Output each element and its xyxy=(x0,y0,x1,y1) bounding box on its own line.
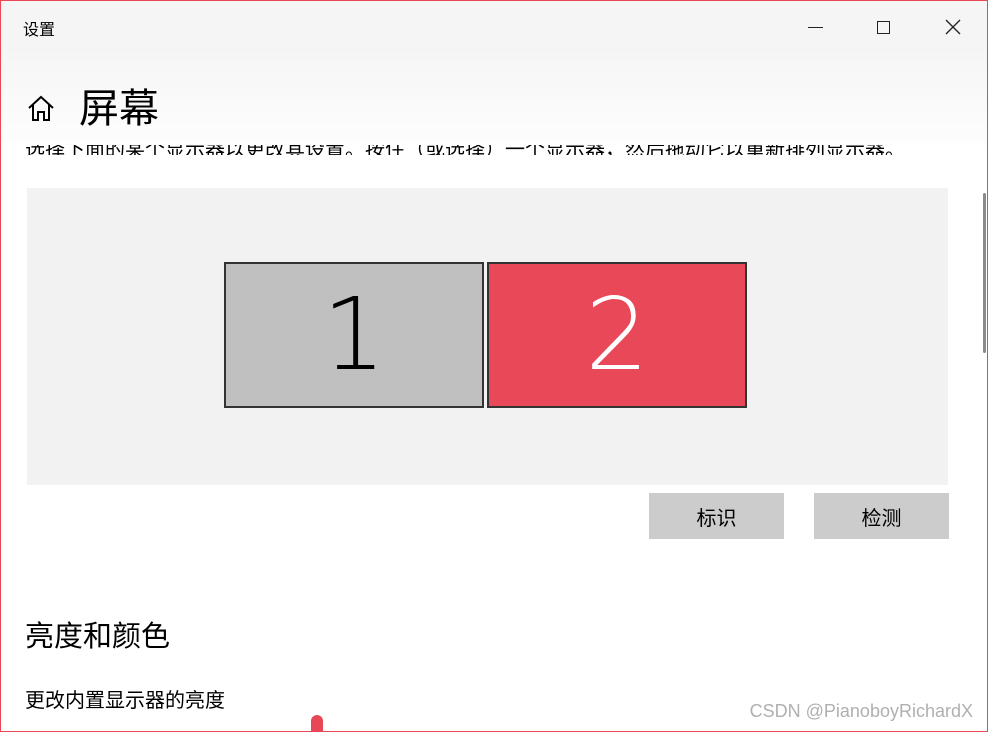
app-title: 设置 xyxy=(23,20,56,39)
watermark: CSDN @PianoboyRichardX xyxy=(749,701,973,721)
close-icon xyxy=(945,19,961,35)
page-title: 屏幕 xyxy=(79,86,159,132)
maximize-button[interactable] xyxy=(849,1,917,53)
arrangement-description: 选择下面的某个显示器以更改其设置。按住（或选择）一个显示器，然后拖动它以重新排列… xyxy=(25,145,905,155)
monitor-1-label: 1 xyxy=(322,276,386,393)
minimize-icon xyxy=(807,26,823,28)
identify-button[interactable]: 标识 xyxy=(649,493,784,539)
monitor-1[interactable]: 1 xyxy=(224,262,484,408)
monitor-2[interactable]: 2 xyxy=(487,262,747,408)
settings-window: 设置 选择下面的某个显示器以更改其设置。按住（或选择）一个显示器，然后拖动它以重… xyxy=(0,0,988,732)
title-bar[interactable]: 设置 xyxy=(1,1,987,53)
display-arrangement-area[interactable]: 1 2 xyxy=(27,188,948,485)
page-header: 屏幕 xyxy=(1,53,987,145)
maximize-icon xyxy=(876,20,890,34)
minimize-button[interactable] xyxy=(781,1,849,53)
home-icon[interactable] xyxy=(25,93,57,125)
brightness-label: 更改内置显示器的亮度 xyxy=(25,688,225,712)
brightness-slider-thumb[interactable] xyxy=(311,715,323,731)
description-clip: 选择下面的某个显示器以更改其设置。按住（或选择）一个显示器，然后拖动它以重新排列… xyxy=(1,145,987,155)
monitor-2-label: 2 xyxy=(585,276,649,393)
scrollbar[interactable] xyxy=(983,193,986,353)
close-button[interactable] xyxy=(919,1,987,53)
detect-button[interactable]: 检测 xyxy=(814,493,949,539)
brightness-section-title: 亮度和颜色 xyxy=(25,619,171,653)
